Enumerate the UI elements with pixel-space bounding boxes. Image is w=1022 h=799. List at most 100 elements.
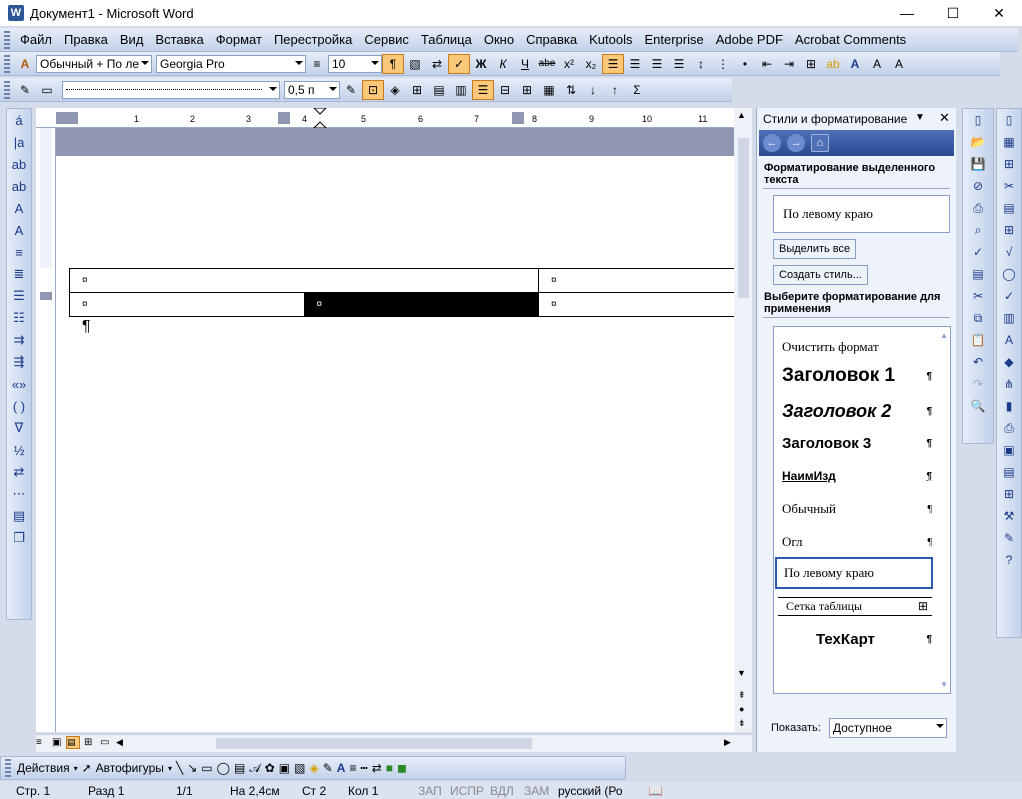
text-a-icon[interactable]: A <box>999 329 1019 351</box>
font-combo[interactable]: Georgia Pro <box>156 54 306 73</box>
style-item-ogl[interactable]: Огл ¶ <box>782 534 932 550</box>
print-icon[interactable]: ⎙ <box>968 197 988 219</box>
menu-help[interactable]: Справка <box>520 32 583 47</box>
status-track-changes[interactable]: ИСПР <box>450 784 484 798</box>
outline-alt-icon[interactable]: ☷ <box>8 307 30 329</box>
columns-icon[interactable]: ▥ <box>999 307 1019 329</box>
ab-alt-icon[interactable]: ab <box>8 175 30 197</box>
table-format-icon[interactable]: ⊞ <box>999 153 1019 175</box>
font-size-combo[interactable]: 10 <box>328 54 382 73</box>
bullets-icon[interactable]: • <box>734 54 756 74</box>
menu-format[interactable]: Формат <box>210 32 268 47</box>
align-cell-icon[interactable]: ☰ <box>472 79 494 100</box>
highlight-icon[interactable]: ab <box>822 54 844 74</box>
save-icon[interactable]: 💾 <box>968 153 988 175</box>
split-cells-icon[interactable]: ▥ <box>450 80 472 100</box>
menu-file[interactable]: Файл <box>14 32 58 47</box>
wrap-alt-icon[interactable]: ⇶ <box>8 351 30 373</box>
wordart-icon[interactable]: 𝒜 <box>249 761 260 776</box>
text-doc-icon[interactable]: ▤ <box>999 197 1019 219</box>
autosum-icon[interactable]: Σ <box>626 80 648 100</box>
grid-icon[interactable]: ▦ <box>999 131 1019 153</box>
horizontal-scrollbar[interactable]: ≡ ▣ ▤ ⊞ ▭ ◀ ▶ <box>36 734 752 752</box>
menu-enterprise[interactable]: Enterprise <box>638 32 709 47</box>
scroll-up-icon[interactable]: ▲ <box>737 110 746 120</box>
italic-button[interactable]: К <box>492 54 514 74</box>
cut-icon[interactable]: ✂ <box>968 285 988 307</box>
style-item-heading2[interactable]: Заголовок 2 ¶ <box>782 401 932 422</box>
3d-icon[interactable]: ◼ <box>397 761 407 775</box>
fraction-icon[interactable]: ½ <box>8 439 30 461</box>
nabla-icon[interactable]: ∇ <box>8 417 30 439</box>
shading-icon[interactable]: ◈ <box>384 80 406 100</box>
distribute-cols-icon[interactable]: ⊞ <box>516 80 538 100</box>
grow-font-icon[interactable]: A <box>866 54 888 74</box>
chevron-down-icon[interactable]: ▾ <box>168 764 172 773</box>
menu-kutools[interactable]: Kutools <box>583 32 638 47</box>
distribute-rows-icon[interactable]: ⊟ <box>494 80 516 100</box>
status-record[interactable]: ЗАП <box>418 784 442 798</box>
window-icon[interactable]: ❐ <box>8 527 30 549</box>
printer-icon[interactable]: ⎙ <box>999 417 1019 439</box>
menu-window[interactable]: Окно <box>478 32 520 47</box>
accent-icon[interactable]: á <box>8 109 30 131</box>
underline-button[interactable]: Ч <box>514 54 536 74</box>
enlarge-a-icon[interactable]: A <box>8 197 30 219</box>
home-icon[interactable]: ⌂ <box>811 134 829 152</box>
web-view-icon[interactable]: ▣ <box>52 737 61 748</box>
check-icon[interactable]: ✓ <box>999 285 1019 307</box>
new-style-button[interactable]: Создать стиль... <box>773 265 868 285</box>
numbering-icon[interactable]: ⋮ <box>712 54 734 74</box>
toolbar-grip[interactable] <box>4 80 10 99</box>
print-preview-icon[interactable]: ⌕ <box>968 219 988 241</box>
sort-desc-icon[interactable]: ↑ <box>604 80 626 100</box>
print-view-icon[interactable]: ▤ <box>66 736 80 749</box>
scroll-right-icon[interactable]: ▶ <box>724 737 731 748</box>
list-scroll-down-icon[interactable]: ▼ <box>940 680 948 689</box>
fill-color-icon[interactable]: ◈ <box>309 761 318 775</box>
forward-icon[interactable]: → <box>787 134 805 152</box>
clipart-icon[interactable]: ▣ <box>279 761 290 775</box>
draw-table-icon[interactable]: ✎ <box>14 80 36 100</box>
ab-icon[interactable]: ab <box>8 153 30 175</box>
menu-rebuild[interactable]: Перестройка <box>268 32 358 47</box>
spelling-status-icon[interactable]: 📖 <box>648 784 663 798</box>
line-color-icon[interactable]: ✎ <box>323 761 333 775</box>
list-scroll-up-icon[interactable]: ▲ <box>940 331 948 340</box>
org-chart-icon[interactable]: ⋔ <box>999 373 1019 395</box>
line-spacing-icon[interactable]: ↕ <box>690 54 712 74</box>
scissors-icon[interactable]: ✂ <box>999 175 1019 197</box>
dots-icon[interactable]: ⋯ <box>8 483 30 505</box>
superscript-button[interactable]: x² <box>558 54 580 74</box>
cursor-a-icon[interactable]: |a <box>8 131 30 153</box>
style-item-heading3[interactable]: Заголовок 3 ¶ <box>782 435 932 452</box>
paste-icon[interactable]: 📋 <box>968 329 988 351</box>
style-item-naimizd[interactable]: НаимИзд ¶ <box>782 469 932 483</box>
line-style-combo[interactable] <box>62 80 280 99</box>
borders-icon[interactable]: ⊞ <box>800 54 822 74</box>
word-app-icon[interactable]: W <box>8 5 24 21</box>
page-icon[interactable]: ▯ <box>999 109 1019 131</box>
toolbar-grip[interactable] <box>4 54 10 73</box>
browse-object-icon[interactable]: ● <box>739 704 744 714</box>
shape-icon[interactable]: ◆ <box>999 351 1019 373</box>
quotes-icon[interactable]: «» <box>8 373 30 395</box>
back-icon[interactable]: ← <box>763 134 781 152</box>
close-button[interactable]: ✕ <box>976 0 1022 26</box>
dash-style-icon[interactable]: ┅ <box>360 761 367 775</box>
table-cell[interactable]: ¤ <box>69 292 305 317</box>
style-item-left-align[interactable]: По левому краю <box>775 557 933 589</box>
autoformat-icon[interactable]: ▦ <box>538 80 560 100</box>
style-item-table-grid[interactable]: Сетка таблицы ⊞ <box>778 597 932 616</box>
permission-icon[interactable]: ⊘ <box>968 175 988 197</box>
style-item-heading1[interactable]: Заголовок 1 ¶ <box>782 365 932 387</box>
next-page-icon[interactable]: ⇟ <box>738 718 746 729</box>
shrink-a-icon[interactable]: A <box>8 219 30 241</box>
vertical-ruler[interactable] <box>36 128 56 732</box>
strikethrough-button[interactable]: abe <box>536 54 558 74</box>
font-color-icon[interactable]: A <box>844 54 866 74</box>
layout-icon[interactable]: ▤ <box>999 461 1019 483</box>
oval-icon[interactable]: ◯ <box>217 761 230 775</box>
swap-icon[interactable]: ⇄ <box>8 461 30 483</box>
wrap-icon[interactable]: ⇉ <box>8 329 30 351</box>
